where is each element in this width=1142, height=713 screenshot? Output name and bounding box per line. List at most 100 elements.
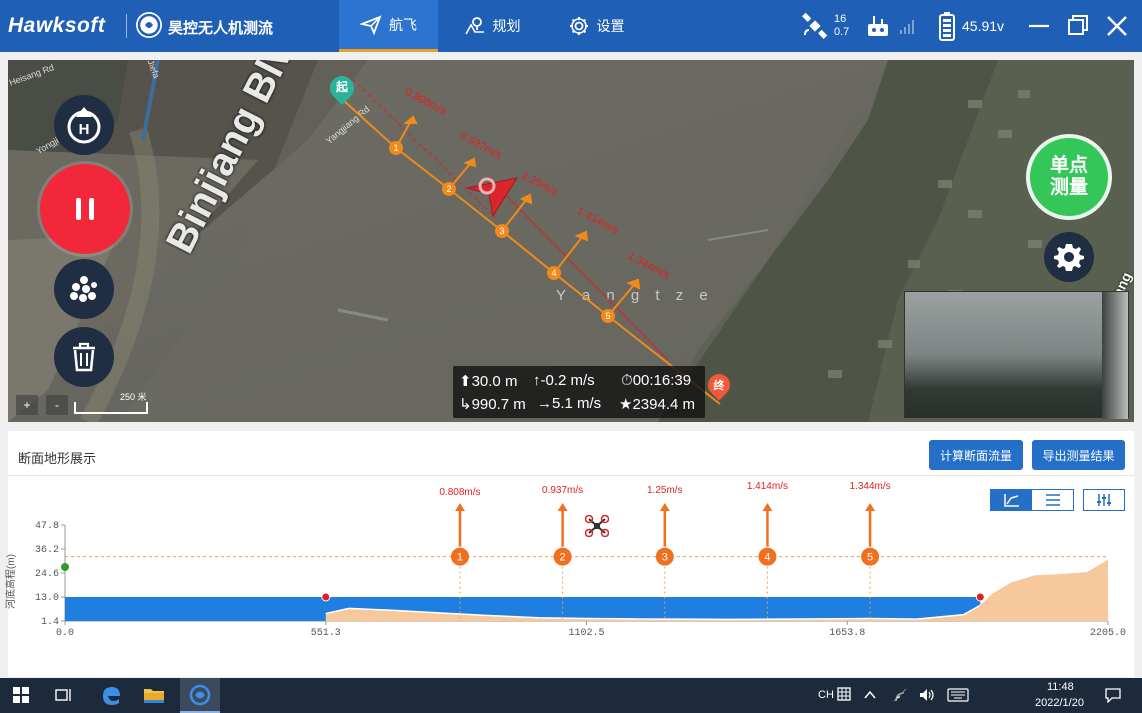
profile-panel: 断面地形展示 计算断面流量 导出测量结果 47.8 36.2 24.6 13.0 1.4… xyxy=(6,431,1134,677)
plan-icon xyxy=(464,17,484,35)
restore-icon xyxy=(1068,15,1088,35)
minimize-button[interactable] xyxy=(1025,12,1053,40)
file-explorer-icon[interactable] xyxy=(143,684,165,706)
tab-flight[interactable]: 航飞 xyxy=(339,0,438,52)
profile-title: 断面地形展示 xyxy=(18,451,97,466)
pause-button[interactable] xyxy=(40,164,130,254)
battery-icon xyxy=(939,12,955,41)
x-tick-label: 1653.8 xyxy=(829,628,865,639)
tab-settings[interactable]: 设置 xyxy=(556,0,636,52)
vertical-speed-value: -0.2 m/s xyxy=(540,372,595,389)
battery-voltage: 45.91v xyxy=(962,18,1005,34)
volume-icon[interactable] xyxy=(918,687,936,703)
trash-icon xyxy=(73,342,95,372)
station-label: 1 xyxy=(457,552,463,564)
station-label: 5 xyxy=(867,552,873,564)
waypoint-marker[interactable]: 1 xyxy=(389,141,403,155)
station-label: 2 xyxy=(560,552,566,564)
app-logo-icon xyxy=(136,12,162,38)
home-distance-readout: ★2394.4 m xyxy=(619,396,695,413)
keyboard-layout-icon[interactable] xyxy=(837,687,851,701)
altitude-value: 30.0 m xyxy=(471,373,518,390)
brand-divider xyxy=(126,14,127,38)
taskbar-app-active[interactable] xyxy=(180,678,220,713)
station-label: 3 xyxy=(662,552,668,564)
y-tick-label: 47.8 xyxy=(35,521,59,532)
waypoint-marker[interactable]: 4 xyxy=(547,266,561,280)
station-label: 4 xyxy=(764,552,770,564)
end-marker-label: 终 xyxy=(713,380,725,392)
tab-plan-label: 规划 xyxy=(492,18,521,34)
remote-controller-icon xyxy=(868,16,888,36)
station-arrow-head xyxy=(557,503,568,511)
single-point-label-line1: 单点 xyxy=(1049,155,1088,176)
clock-date[interactable]: 2022/1/20 xyxy=(1035,697,1084,709)
horizontal-speed-readout: →5.1 m/s xyxy=(537,395,602,412)
gear-icon xyxy=(1054,244,1084,271)
camera-preview[interactable] xyxy=(904,291,1129,419)
origin-point xyxy=(61,563,69,571)
station-arrow-head xyxy=(762,503,773,511)
waypoint-marker[interactable]: 3 xyxy=(495,224,509,238)
touch-keyboard-icon[interactable] xyxy=(947,688,969,702)
task-view-icon[interactable] xyxy=(55,687,73,703)
calc-flow-button[interactable]: 计算断面流量 xyxy=(929,440,1023,470)
waypoints-button[interactable] xyxy=(54,259,114,319)
distance-readout: ↳990.7 m xyxy=(459,396,526,413)
tab-plan[interactable]: 规划 xyxy=(452,0,532,52)
notification-icon[interactable] xyxy=(1104,687,1122,703)
gear-icon xyxy=(569,17,588,35)
clock-time[interactable]: 11:48 xyxy=(1047,681,1074,693)
windows-start-icon[interactable] xyxy=(13,687,29,703)
ime-indicator[interactable]: CH xyxy=(818,689,834,701)
close-icon xyxy=(1107,16,1127,36)
station-arrow-head xyxy=(454,503,465,511)
chevron-up-icon[interactable] xyxy=(864,689,876,701)
satellite-status: 16 0.7 xyxy=(800,0,849,52)
y-tick-label: 36.2 xyxy=(35,545,59,556)
title-bar: Hawksoft 昊控无人机测流 航飞 规划 设置 16 0.7 45.91v xyxy=(0,0,1142,52)
satellite-map[interactable]: Binjiang Blvd Yangjiang Rd Yongjiu Ro He… xyxy=(8,60,1134,422)
flight-time-value: 00:16:39 xyxy=(632,372,692,389)
distance-value: 990.7 m xyxy=(471,396,526,413)
station-arrow-head xyxy=(865,503,876,511)
station-speed-label: 1.414m/s xyxy=(747,481,788,492)
scale-bar xyxy=(74,402,148,414)
left-bank-point xyxy=(321,592,331,602)
return-home-icon: H xyxy=(67,107,101,144)
drone-position-icon xyxy=(466,177,519,218)
edge-browser-icon[interactable] xyxy=(100,684,122,706)
tab-flight-label: 航飞 xyxy=(389,16,417,33)
waypoint-marker[interactable]: 5 xyxy=(601,309,615,323)
close-button[interactable] xyxy=(1103,12,1131,40)
maximize-button[interactable] xyxy=(1064,12,1092,40)
wifi-icon[interactable] xyxy=(892,687,908,703)
battery-status: 45.91v xyxy=(938,0,1004,52)
drone-icon xyxy=(585,515,609,537)
delete-button[interactable] xyxy=(54,327,114,387)
station-speed-label: 0.808m/s xyxy=(439,487,480,498)
single-point-measure-button[interactable]: 单点 测量 xyxy=(1026,134,1112,220)
y-tick-label: 13.0 xyxy=(35,593,59,604)
export-results-button[interactable]: 导出测量结果 xyxy=(1032,440,1125,470)
camera-preview-edge xyxy=(1102,292,1128,419)
x-tick-label: 0.0 xyxy=(56,628,74,639)
profile-chart[interactable]: 47.8 36.2 24.6 13.0 1.40.0 551.3 1102.5 1653.8 2… xyxy=(8,471,1134,681)
app-name: 昊控无人机测流 xyxy=(168,20,274,37)
x-tick-label: 1102.5 xyxy=(568,628,604,639)
station-speed-label: 1.344m/s xyxy=(850,481,891,492)
pause-icon xyxy=(76,198,94,220)
map-settings-button[interactable] xyxy=(1044,232,1094,282)
remote-signal xyxy=(866,0,918,52)
vertical-speed-readout: ↑-0.2 m/s xyxy=(533,372,595,389)
signal-strength-icon xyxy=(900,20,914,34)
waypoint-marker[interactable]: 2 xyxy=(442,182,456,196)
zoom-in-button[interactable]: + xyxy=(16,395,38,415)
zoom-out-button[interactable]: - xyxy=(46,395,68,415)
y-tick-label: 1.4 xyxy=(41,617,59,628)
windows-taskbar: CH 11:48 2022/1/20 xyxy=(0,678,1142,713)
return-home-button[interactable]: H xyxy=(54,95,114,155)
x-tick-label: 2205.0 xyxy=(1090,628,1126,639)
scale-label: 250 米 xyxy=(120,392,147,402)
horizontal-speed-value: 5.1 m/s xyxy=(552,395,602,412)
